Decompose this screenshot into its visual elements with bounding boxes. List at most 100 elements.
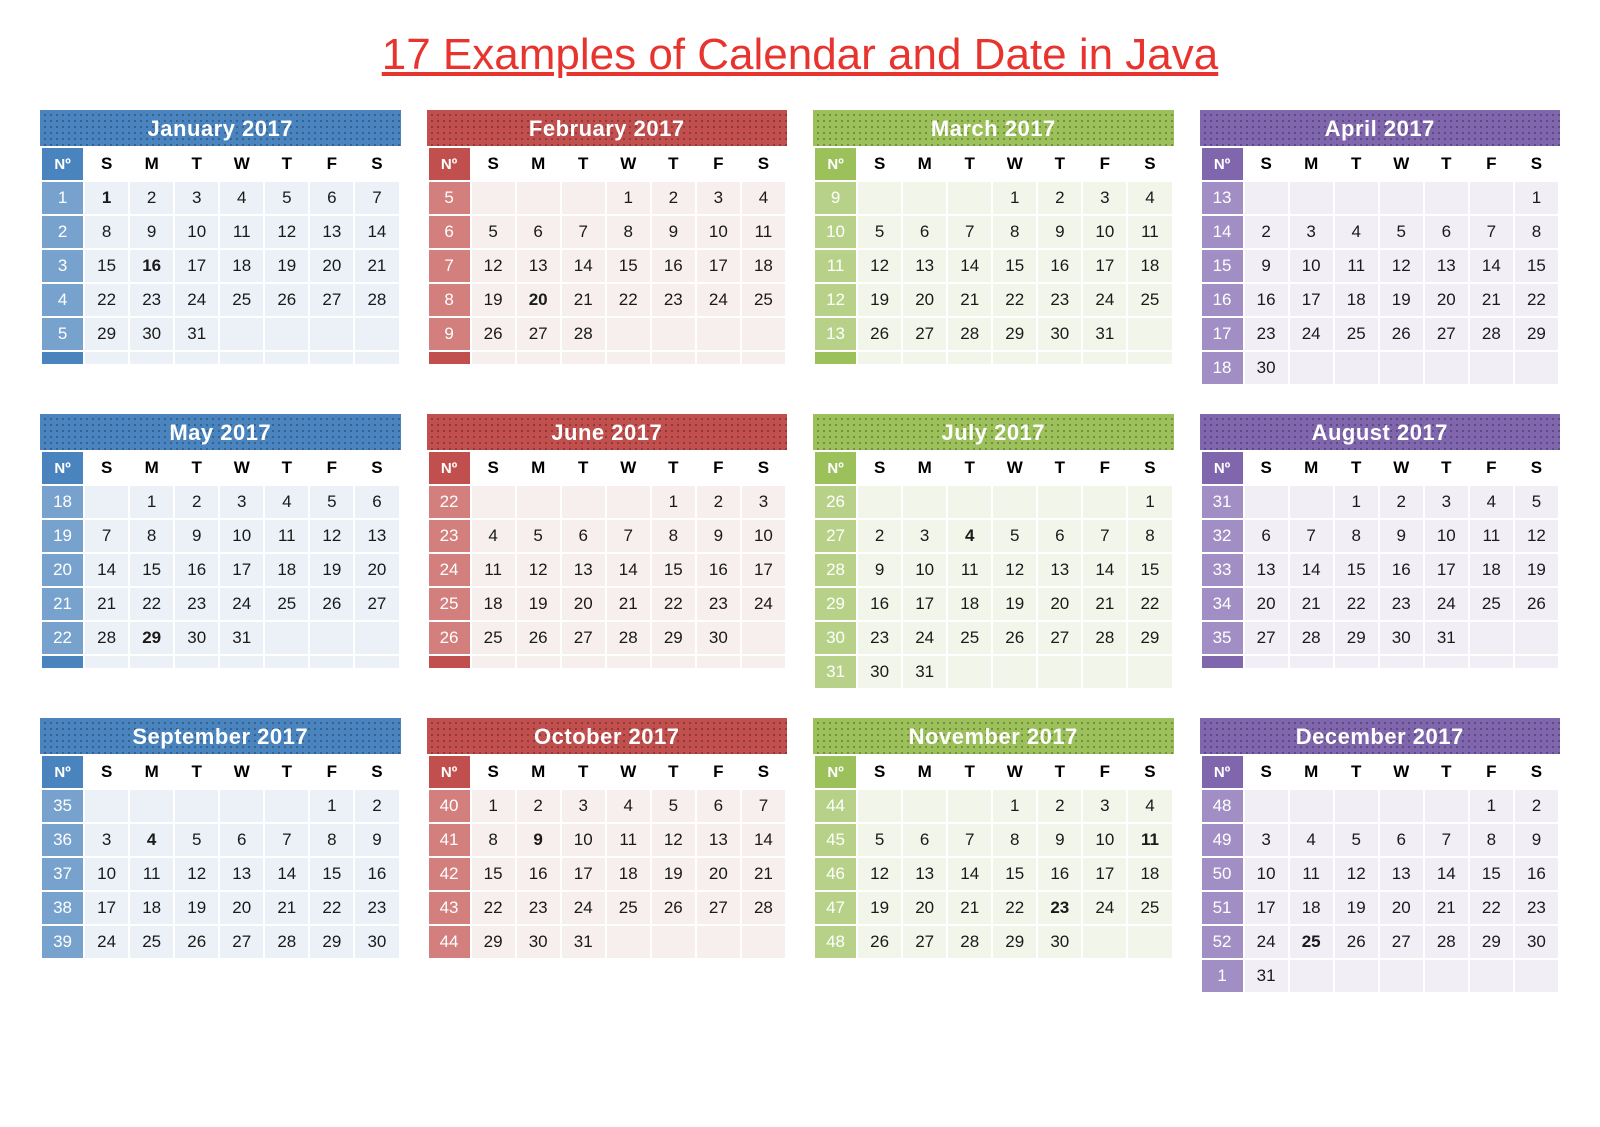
day-header: T <box>1038 452 1081 484</box>
day-cell: 17 <box>1245 892 1288 924</box>
week-row: 315161718192021 <box>42 250 399 282</box>
week-number-cell: 12 <box>815 284 856 316</box>
day-cell: 2 <box>697 486 740 518</box>
day-cell <box>1335 182 1378 214</box>
day-cell <box>652 318 695 350</box>
day-cell: 15 <box>1515 250 1558 282</box>
week-number-cell: 35 <box>42 790 83 822</box>
month-title: October 2017 <box>427 718 788 754</box>
day-cell: 9 <box>1515 824 1558 856</box>
day-cell <box>948 486 991 518</box>
week-row: 3112345 <box>1202 486 1559 518</box>
day-cell: 22 <box>130 588 173 620</box>
day-cell: 16 <box>652 250 695 282</box>
week-row: 51234 <box>429 182 786 214</box>
day-cell: 16 <box>517 858 560 890</box>
day-cell: 2 <box>1038 182 1081 214</box>
day-header: S <box>858 148 901 180</box>
day-cell: 17 <box>742 554 785 586</box>
day-cell: 13 <box>1038 554 1081 586</box>
day-cell: 6 <box>562 520 605 552</box>
day-cell <box>903 352 946 364</box>
day-cell: 28 <box>562 318 605 350</box>
day-cell: 15 <box>310 858 353 890</box>
day-cell: 12 <box>1335 858 1378 890</box>
week-row: 5224252627282930 <box>1202 926 1559 958</box>
day-cell: 7 <box>1425 824 1468 856</box>
day-cell: 26 <box>858 926 901 958</box>
day-cell <box>310 352 353 364</box>
day-header: S <box>1245 756 1288 788</box>
day-cell <box>562 352 605 364</box>
week-row: 131 <box>1202 960 1559 992</box>
day-cell: 16 <box>858 588 901 620</box>
day-cell: 1 <box>607 182 650 214</box>
day-cell: 30 <box>517 926 560 958</box>
week-number-cell: 18 <box>42 486 83 518</box>
day-cell: 9 <box>652 216 695 248</box>
day-header: F <box>1083 452 1126 484</box>
day-cell: 23 <box>1038 892 1081 924</box>
day-cell <box>1380 960 1423 992</box>
day-cell: 4 <box>607 790 650 822</box>
day-cell: 20 <box>697 858 740 890</box>
day-cell <box>220 790 263 822</box>
week-number-cell <box>429 656 470 668</box>
day-cell <box>1038 656 1081 688</box>
day-cell <box>1083 486 1126 518</box>
day-cell <box>993 486 1036 518</box>
month-december-2017: December 2017NºSMTWTFS481249345678950101… <box>1200 718 1561 994</box>
day-cell: 12 <box>1515 520 1558 552</box>
day-cell: 12 <box>993 554 1036 586</box>
week-number-cell: 44 <box>815 790 856 822</box>
day-cell: 23 <box>1380 588 1423 620</box>
day-cell: 11 <box>1128 824 1171 856</box>
week-number-cell: 49 <box>1202 824 1243 856</box>
day-cell: 16 <box>1038 858 1081 890</box>
day-cell: 6 <box>1038 520 1081 552</box>
week-row: 4812 <box>1202 790 1559 822</box>
week-number-cell <box>815 352 856 364</box>
day-cell: 9 <box>175 520 218 552</box>
day-cell <box>993 352 1036 364</box>
day-header: W <box>993 452 1036 484</box>
day-cell: 28 <box>1290 622 1333 654</box>
day-cell: 8 <box>1128 520 1171 552</box>
day-cell: 3 <box>903 520 946 552</box>
day-header: T <box>265 756 308 788</box>
day-cell: 20 <box>1425 284 1468 316</box>
day-cell: 25 <box>472 622 515 654</box>
week-row: 401234567 <box>429 790 786 822</box>
day-header: F <box>697 756 740 788</box>
day-header: S <box>1128 756 1171 788</box>
day-cell: 3 <box>220 486 263 518</box>
month-title: November 2017 <box>813 718 1174 754</box>
day-cell: 28 <box>1470 318 1513 350</box>
day-cell <box>265 622 308 654</box>
week-number-cell: 20 <box>42 554 83 586</box>
week-number-cell: 14 <box>1202 216 1243 248</box>
day-cell: 27 <box>1425 318 1468 350</box>
month-table: NºSMTWTFS5123465678910117121314151617188… <box>427 146 788 366</box>
day-cell <box>1470 960 1513 992</box>
day-cell: 7 <box>265 824 308 856</box>
week-row: 18123456 <box>42 486 399 518</box>
day-cell: 22 <box>472 892 515 924</box>
day-cell: 27 <box>697 892 740 924</box>
day-cell: 29 <box>1335 622 1378 654</box>
day-cell: 13 <box>517 250 560 282</box>
day-cell: 29 <box>310 926 353 958</box>
week-row: 482627282930 <box>815 926 1172 958</box>
day-cell <box>948 656 991 688</box>
day-cell: 2 <box>355 790 398 822</box>
week-number-cell: 37 <box>42 858 83 890</box>
day-cell: 28 <box>742 892 785 924</box>
day-cell: 20 <box>220 892 263 924</box>
day-cell: 31 <box>562 926 605 958</box>
day-cell: 2 <box>1245 216 1288 248</box>
day-cell <box>472 182 515 214</box>
day-cell: 18 <box>220 250 263 282</box>
day-header: T <box>562 756 605 788</box>
day-cell: 16 <box>1038 250 1081 282</box>
day-cell: 17 <box>220 554 263 586</box>
